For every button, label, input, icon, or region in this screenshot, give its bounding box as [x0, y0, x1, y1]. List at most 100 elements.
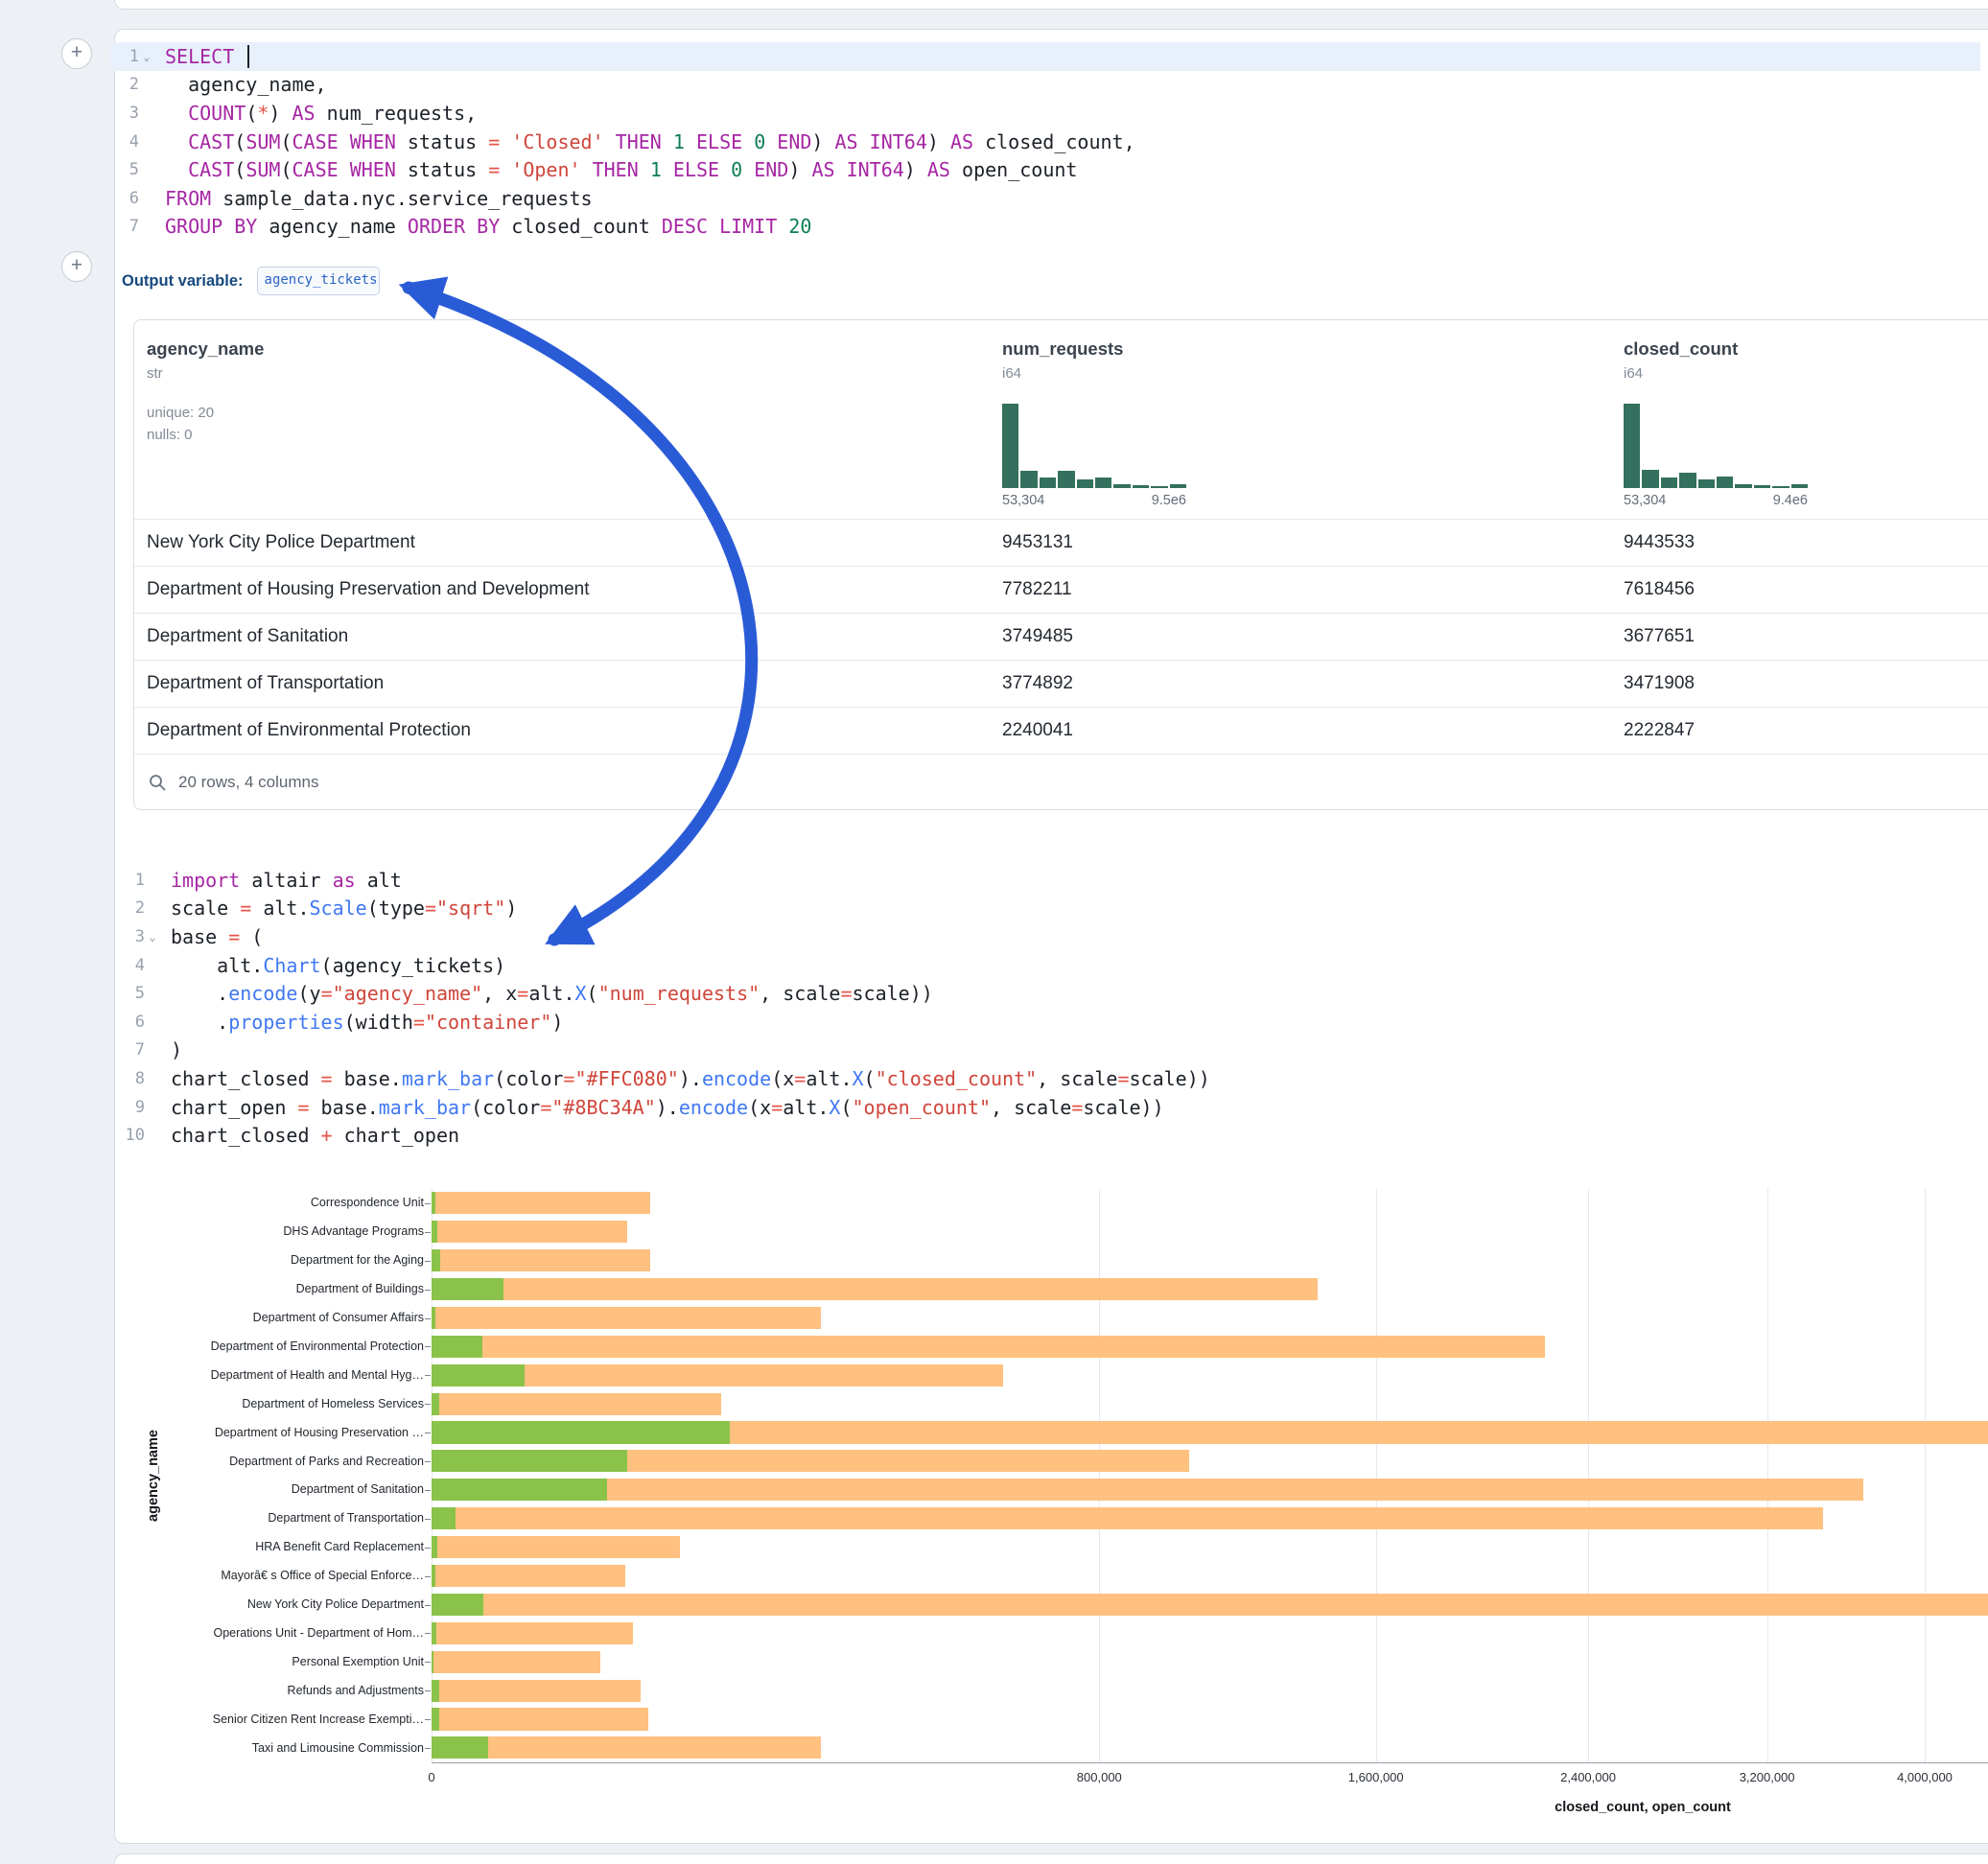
code-line[interactable]: 7): [116, 1037, 1986, 1065]
code-line[interactable]: 6FROM sample_data.nyc.service_requests: [110, 184, 1980, 213]
column-histogram: [1002, 404, 1186, 488]
y-axis-tick: [425, 1748, 431, 1749]
line-number: 1: [116, 871, 145, 890]
y-axis-label: Department of Environmental Protection: [136, 1340, 424, 1353]
code-text: .encode(y="agency_name", x=alt.X("num_re…: [160, 982, 933, 1005]
bar-open_count: [432, 1364, 525, 1386]
code-line[interactable]: 4 alt.Chart(agency_tickets): [116, 951, 1986, 980]
bar-open_count: [432, 1278, 503, 1300]
code-text: alt.Chart(agency_tickets): [160, 954, 505, 977]
code-text: ): [160, 1038, 182, 1061]
code-text: COUNT(*) AS num_requests,: [154, 102, 477, 125]
y-axis-label: Department of Housing Preservation …: [136, 1426, 424, 1439]
table-cell: 3774892: [1002, 661, 1073, 707]
previous-cell-card-edge: [114, 0, 1988, 10]
x-tick-label: 800,000: [1077, 1770, 1122, 1784]
y-axis-tick: [425, 1519, 431, 1520]
code-text: GROUP BY agency_name ORDER BY closed_cou…: [154, 215, 811, 238]
line-number: 4: [110, 132, 139, 151]
code-line[interactable]: 2 agency_name,: [110, 71, 1980, 100]
y-axis-label: Department of Buildings: [136, 1282, 424, 1295]
histogram-bar: [1113, 484, 1130, 488]
code-line[interactable]: 8chart_closed = base.mark_bar(color="#FF…: [116, 1064, 1986, 1093]
y-axis-tick: [425, 1203, 431, 1204]
y-axis-tick: [425, 1662, 431, 1663]
column-header-closed_count[interactable]: closed_counti64: [1624, 338, 1738, 382]
table-cell: 9443533: [1624, 520, 1695, 566]
code-line[interactable]: 7GROUP BY agency_name ORDER BY closed_co…: [110, 213, 1980, 242]
code-text: agency_name,: [154, 73, 327, 96]
bar-open_count: [432, 1736, 488, 1759]
python-code-editor[interactable]: 1import altair as alt2scale = alt.Scale(…: [116, 866, 1986, 1150]
y-axis-label: Personal Exemption Unit: [136, 1655, 424, 1668]
add-cell-button[interactable]: +: [61, 251, 92, 282]
bar-open_count: [432, 1249, 440, 1271]
altair-bar-chart: Correspondence UnitDHS Advantage Program…: [133, 1175, 1988, 1836]
gridline: [1925, 1189, 1926, 1762]
table-cell: 3749485: [1002, 614, 1073, 660]
code-line[interactable]: 1import altair as alt: [116, 866, 1986, 895]
column-header-num_requests[interactable]: num_requestsi64: [1002, 338, 1123, 382]
x-axis-title: closed_count, open_count: [1555, 1800, 1731, 1815]
table-row[interactable]: Department of Environmental Protection22…: [134, 707, 1988, 754]
code-text: chart_open = base.mark_bar(color="#8BC34…: [160, 1096, 1164, 1119]
y-axis-label: Department of Parks and Recreation: [136, 1455, 424, 1468]
code-line[interactable]: 5 CAST(SUM(CASE WHEN status = 'Open' THE…: [110, 155, 1980, 184]
histogram-bar: [1698, 479, 1715, 488]
fold-chevron-icon[interactable]: ⌄: [145, 930, 160, 944]
y-axis-label: Taxi and Limousine Commission: [136, 1741, 424, 1755]
table-row[interactable]: Department of Housing Preservation and D…: [134, 566, 1988, 613]
add-cell-button[interactable]: +: [61, 38, 92, 69]
bar-closed_count: [432, 1536, 680, 1558]
bar-closed_count: [432, 1565, 625, 1587]
line-number: 10: [116, 1126, 145, 1145]
output-variable-chip[interactable]: agency_tickets: [257, 267, 380, 295]
column-name: num_requests: [1002, 338, 1123, 360]
column-name: agency_name: [147, 338, 264, 360]
histogram-bar: [1020, 471, 1037, 488]
sql-code-editor[interactable]: 1⌄SELECT 2 agency_name,3 COUNT(*) AS num…: [110, 42, 1980, 241]
code-line[interactable]: 10chart_closed + chart_open: [116, 1121, 1986, 1150]
y-axis-tick: [425, 1690, 431, 1691]
bar-closed_count: [432, 1278, 1318, 1300]
search-icon[interactable]: [148, 773, 167, 792]
bar-open_count: [432, 1680, 439, 1702]
code-line[interactable]: 3 COUNT(*) AS num_requests,: [110, 99, 1980, 128]
column-type: str: [147, 365, 264, 382]
bar-open_count: [432, 1708, 439, 1730]
histogram-bar: [1679, 473, 1696, 488]
fold-chevron-icon[interactable]: ⌄: [139, 50, 154, 63]
bar-closed_count: [432, 1651, 600, 1673]
y-axis-tick: [425, 1404, 431, 1405]
histogram-bar: [1717, 477, 1733, 488]
y-axis-tick: [425, 1605, 431, 1606]
table-footer: 20 rows, 4 columns: [134, 754, 1988, 810]
histogram-bar: [1002, 404, 1018, 488]
bar-open_count: [432, 1507, 456, 1529]
code-line[interactable]: 6 .properties(width="container"): [116, 1008, 1986, 1037]
x-tick-label: 0: [428, 1770, 434, 1784]
column-header-agency_name[interactable]: agency_namestr unique: 20 nulls: 0: [147, 338, 264, 443]
table-row[interactable]: New York City Police Department945313194…: [134, 519, 1988, 566]
code-line[interactable]: 4 CAST(SUM(CASE WHEN status = 'Closed' T…: [110, 128, 1980, 156]
code-line[interactable]: 3⌄base = (: [116, 922, 1986, 951]
code-line[interactable]: 9chart_open = base.mark_bar(color="#8BC3…: [116, 1093, 1986, 1122]
column-stat: nulls: 0: [147, 427, 264, 443]
code-line[interactable]: 2scale = alt.Scale(type="sqrt"): [116, 895, 1986, 923]
query-result-table: agency_namestr unique: 20 nulls: 0 num_requ…: [133, 319, 1988, 810]
line-number: 6: [110, 189, 139, 208]
table-row[interactable]: Department of Transportation377489234719…: [134, 660, 1988, 707]
bar-open_count: [432, 1622, 436, 1644]
bar-closed_count: [432, 1507, 1823, 1529]
histogram-bar: [1754, 485, 1770, 488]
y-axis-label: Senior Citizen Rent Increase Exempti…: [136, 1713, 424, 1726]
y-axis-label: Department of Health and Mental Hyg…: [136, 1368, 424, 1382]
table-row[interactable]: Department of Sanitation37494853677651: [134, 613, 1988, 660]
line-number: 4: [116, 956, 145, 975]
code-text: base = (: [160, 925, 263, 948]
code-line[interactable]: 5 .encode(y="agency_name", x=alt.X("num_…: [116, 979, 1986, 1008]
column-stat: unique: 20: [147, 405, 264, 421]
row-column-count: 20 rows, 4 columns: [178, 773, 318, 792]
code-line[interactable]: 1⌄SELECT: [110, 42, 1980, 71]
histogram-bar: [1095, 478, 1111, 488]
